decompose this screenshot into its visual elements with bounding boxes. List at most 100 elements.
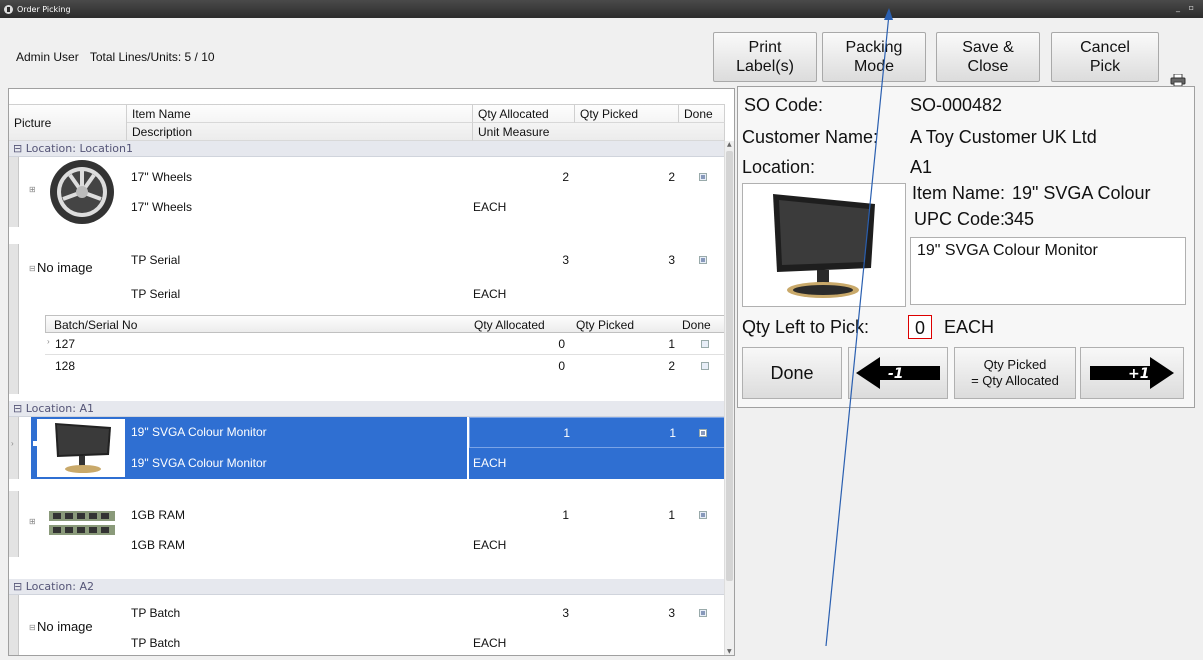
batch-number: 128 [55, 359, 76, 373]
collapse-icon[interactable]: ⊟ [13, 580, 22, 593]
sub-qty-allocated: 0 [558, 337, 565, 351]
sub-done-checkbox[interactable] [701, 362, 709, 370]
qty-picked: 3 [668, 606, 675, 620]
monitor-picture [37, 419, 125, 477]
status-bar: Admin User Total Lines/Units: 5 / 10 [16, 50, 223, 64]
save-close-button[interactable]: Save & Close [936, 32, 1040, 82]
grid-vertical-scrollbar[interactable]: ▲ ▼ [724, 141, 734, 655]
table-row[interactable]: ⊟ No image TP Batch TP Batch 3 EACH 3 [9, 595, 725, 655]
selected-item-cell[interactable]: 19" SVGA Colour Monitor [127, 417, 467, 448]
subgrid-row[interactable]: › 127 0 1 [45, 333, 725, 355]
location-label: Location: [742, 157, 816, 177]
row-pointer-icon: › [47, 337, 50, 346]
table-row[interactable]: ⊟ No image TP Serial TP Serial 3 EACH 3 [9, 244, 725, 394]
batch-serial-subgrid[interactable]: Batch/Serial No Qty Allocated Qty Picked… [9, 315, 725, 381]
table-row-selected[interactable]: › 19" SVGA Colour Monitor 19" SVGA Colou… [9, 417, 725, 479]
user-label: Admin User [16, 50, 79, 64]
minus-one-button[interactable]: -1 [848, 347, 948, 399]
group-row-a1[interactable]: ⊟ Location: A1 [9, 401, 725, 417]
done-checkbox[interactable] [699, 256, 707, 264]
header-description[interactable]: Description [127, 123, 473, 141]
header-qty-allocated[interactable]: Qty Allocated [473, 105, 575, 123]
selected-qty-row[interactable]: 1 1 [469, 417, 725, 448]
qty-picked: 2 [668, 170, 675, 184]
header-sub-qty-allocated[interactable]: Qty Allocated [474, 317, 545, 333]
qty-allocated: 3 [562, 606, 569, 620]
collapse-icon[interactable]: ⊟ [13, 402, 22, 415]
expand-icon[interactable]: ⊟ [29, 623, 36, 632]
item-image [742, 183, 906, 307]
description-text: 19" SVGA Colour Monitor [917, 242, 1098, 259]
header-picture[interactable]: Picture [9, 105, 127, 141]
printer-icon[interactable] [1170, 74, 1186, 86]
packing-mode-button[interactable]: Packing Mode [822, 32, 926, 82]
cancel-pick-button[interactable]: Cancel Pick [1051, 32, 1159, 82]
row-indicator[interactable] [9, 491, 19, 557]
qty-left-unit: EACH [944, 317, 995, 337]
row-indicator[interactable] [9, 595, 19, 655]
item-description: 17" Wheels [131, 200, 192, 214]
no-image-label: No image [37, 260, 93, 275]
sub-qty-picked: 2 [668, 359, 675, 373]
header-item-name[interactable]: Item Name [127, 105, 473, 123]
item-description: TP Batch [131, 636, 181, 650]
expand-icon[interactable]: ⊟ [29, 264, 36, 273]
window-title: Order Picking [17, 4, 71, 14]
customer-value: A Toy Customer UK Ltd [910, 127, 1097, 147]
right-arrow-icon: +1 [1090, 357, 1174, 389]
header-batch-serial[interactable]: Batch/Serial No [54, 317, 137, 333]
unit-measure: EACH [473, 287, 507, 301]
qty-picked-equals-allocated-button[interactable]: Qty Picked = Qty Allocated [954, 347, 1076, 399]
group-row-location1[interactable]: ⊟ Location: Location1 [9, 141, 725, 157]
item-description: 19" SVGA Colour Monitor [131, 456, 267, 470]
row-indicator[interactable] [9, 157, 19, 227]
monitor-picture-cell[interactable] [31, 417, 127, 479]
done-checkbox[interactable] [699, 609, 707, 617]
qty-picked: 1 [669, 426, 676, 440]
print-labels-button[interactable]: Print Label(s) [713, 32, 817, 82]
grid-group-panel [9, 89, 725, 105]
qty-allocated: 3 [562, 253, 569, 267]
location-value: A1 [910, 157, 933, 177]
monitor-image [773, 194, 875, 298]
description-box[interactable]: 19" SVGA Colour Monitor [910, 237, 1186, 305]
expand-icon[interactable]: ⊞ [29, 185, 36, 194]
done-checkbox[interactable] [699, 173, 707, 181]
selected-unit-cell[interactable]: EACH [469, 448, 725, 479]
order-lines-grid[interactable]: Picture Item Name Description Qty Alloca… [8, 88, 735, 656]
header-unit-measure[interactable]: Unit Measure [473, 123, 725, 141]
sub-done-checkbox[interactable] [701, 340, 709, 348]
expand-icon[interactable]: ⊞ [29, 517, 36, 526]
qty-equal-label: Qty Picked = Qty Allocated [971, 357, 1059, 388]
plus-one-label: +1 [1128, 366, 1149, 382]
done-checkbox[interactable] [699, 429, 707, 437]
table-row[interactable]: ⊞ 17" Wheels 17" Wheels 2 EACH 2 [9, 157, 725, 239]
scroll-thumb[interactable] [726, 151, 733, 581]
qty-left-value: 0 [908, 315, 933, 339]
item-name-value: 19" SVGA Colour [1012, 183, 1151, 203]
pick-detail-panel: SO Code: SO-000482 Customer Name: A Toy … [737, 86, 1195, 408]
window-controls[interactable]: _ ▫ [1176, 3, 1197, 12]
table-row[interactable]: ⊞ 1GB RAM 1GB RAM 1 EACH 1 [9, 491, 725, 565]
scroll-down-icon[interactable]: ▼ [727, 648, 732, 655]
header-sub-qty-picked[interactable]: Qty Picked [576, 317, 634, 333]
item-name: TP Batch [131, 606, 181, 620]
group-row-a2[interactable]: ⊟ Location: A2 [9, 579, 725, 595]
unit-measure: EACH [473, 200, 507, 214]
header-sub-done[interactable]: Done [682, 317, 711, 333]
no-image-label: No image [37, 619, 93, 634]
scroll-up-icon[interactable]: ▲ [727, 141, 732, 148]
group-label: Location: A1 [25, 402, 94, 415]
plus-one-button[interactable]: +1 [1080, 347, 1184, 399]
selected-description-cell[interactable]: 19" SVGA Colour Monitor [127, 448, 467, 479]
header-done[interactable]: Done [679, 105, 725, 123]
row-indicator[interactable] [9, 417, 19, 479]
collapse-icon[interactable]: ⊟ [13, 142, 22, 155]
sub-qty-picked: 1 [668, 337, 675, 351]
done-checkbox[interactable] [699, 511, 707, 519]
header-qty-picked[interactable]: Qty Picked [575, 105, 679, 123]
subgrid-row[interactable]: 128 0 2 [45, 355, 725, 377]
item-name: 19" SVGA Colour Monitor [131, 425, 267, 439]
done-button[interactable]: Done [742, 347, 842, 399]
unit-measure: EACH [473, 636, 507, 650]
